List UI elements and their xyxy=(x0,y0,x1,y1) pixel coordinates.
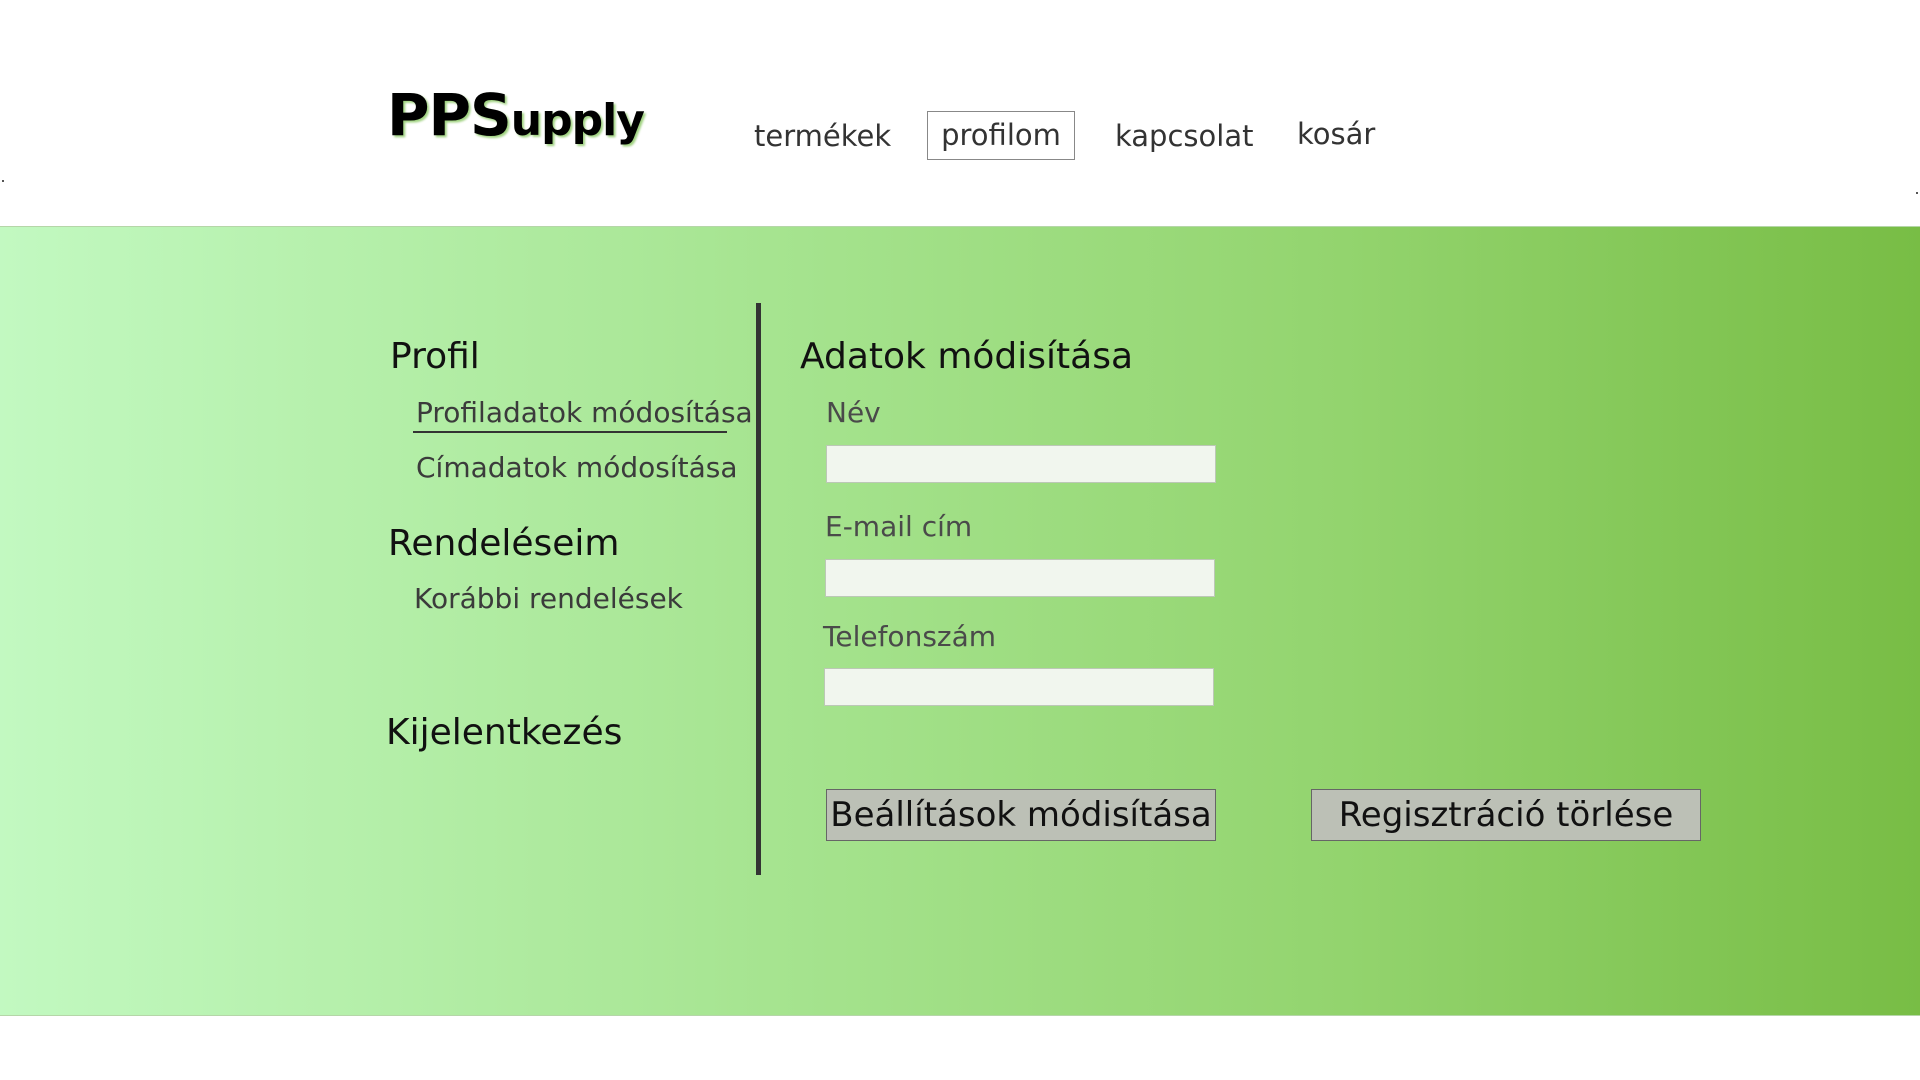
name-label: Név xyxy=(826,396,881,429)
stray-dot-left xyxy=(2,180,4,182)
stray-dot-right xyxy=(1916,192,1918,194)
sidebar-heading-profil: Profil xyxy=(390,336,480,377)
delete-registration-button[interactable]: Regisztráció törlése xyxy=(1311,789,1701,841)
nav-item-profilom[interactable]: profilom xyxy=(927,111,1075,160)
vertical-divider xyxy=(756,303,761,875)
sidebar-link-korabbi-rendelesek[interactable]: Korábbi rendelések xyxy=(414,585,683,613)
nav-item-profilom-label: profilom xyxy=(941,118,1061,152)
nav-item-termekek[interactable]: termékek xyxy=(754,122,891,151)
logo-suffix: upply xyxy=(510,95,645,146)
email-label: E-mail cím xyxy=(825,510,973,543)
form-title: Adatok módisítása xyxy=(800,336,1134,377)
nav-item-kosar[interactable]: kosár xyxy=(1297,120,1375,149)
sidebar-link-cimadatok[interactable]: Címadatok módosítása xyxy=(416,454,737,482)
sidebar-heading-rendeleseim: Rendeléseim xyxy=(388,523,620,564)
nav-item-kapcsolat[interactable]: kapcsolat xyxy=(1115,122,1253,151)
header: PPSupply termékek profilom kapcsolat kos… xyxy=(0,0,1920,226)
sidebar-link-profiladatok[interactable]: Profiladatok módosítása xyxy=(416,399,753,427)
brand-logo[interactable]: PPSupply xyxy=(387,86,645,146)
phone-field[interactable] xyxy=(824,668,1214,706)
email-field[interactable] xyxy=(825,559,1215,597)
save-settings-button[interactable]: Beállítások módisítása xyxy=(826,789,1216,841)
logout-link[interactable]: Kijelentkezés xyxy=(386,715,622,751)
main-panel: Profil Profiladatok módosítása Címadatok… xyxy=(0,226,1920,1016)
page: PPSupply termékek profilom kapcsolat kos… xyxy=(0,0,1920,1080)
logo-prefix: PPS xyxy=(387,81,512,149)
name-field[interactable] xyxy=(826,445,1216,483)
phone-label: Telefonszám xyxy=(823,620,997,653)
active-link-underline xyxy=(413,431,727,433)
